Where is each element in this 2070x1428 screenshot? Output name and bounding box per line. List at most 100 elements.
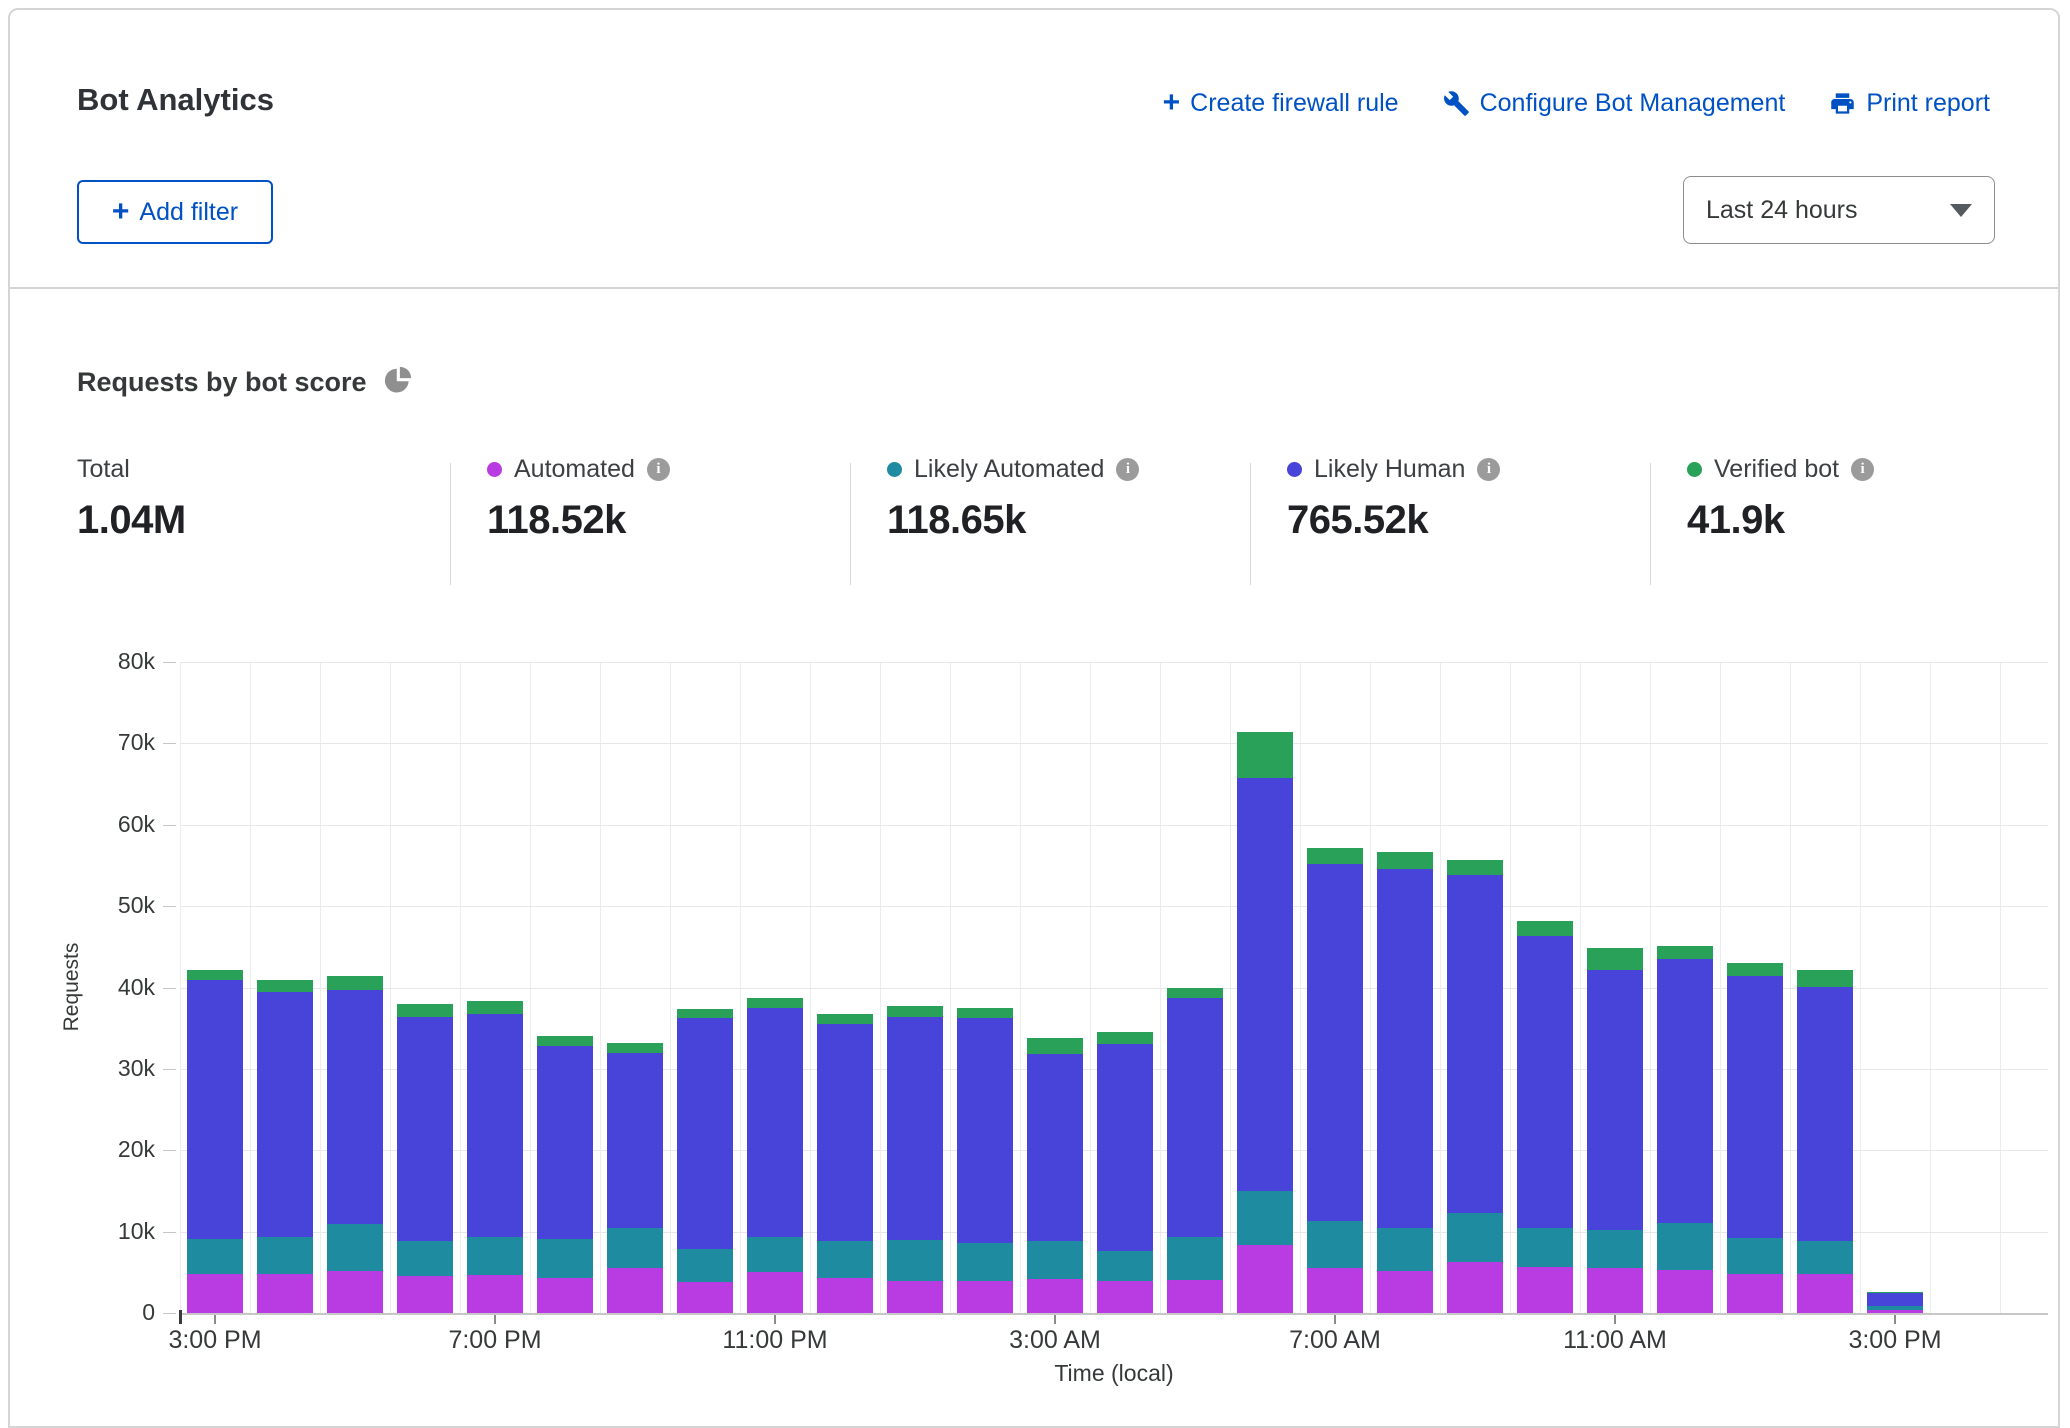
bar-segment-automated[interactable] [1027,1279,1083,1313]
bar-segment-likely-human[interactable] [537,1046,593,1239]
bar-segment-likely-automated[interactable] [887,1240,943,1282]
bar-segment-automated[interactable] [1167,1280,1223,1313]
bar-segment-verified-bot[interactable] [1097,1032,1153,1044]
bar-segment-verified-bot[interactable] [1447,860,1503,875]
bar-segment-verified-bot[interactable] [957,1008,1013,1019]
info-icon[interactable]: i [647,458,670,481]
bar-segment-automated[interactable] [1797,1274,1853,1313]
bar-segment-verified-bot[interactable] [397,1004,453,1017]
info-icon[interactable]: i [1477,458,1500,481]
bar-segment-likely-human[interactable] [1797,987,1853,1242]
bar-segment-automated[interactable] [1447,1262,1503,1313]
bar-segment-likely-automated[interactable] [1097,1251,1153,1281]
bar-segment-likely-human[interactable] [397,1017,453,1241]
bar-segment-verified-bot[interactable] [1727,963,1783,976]
bar-segment-verified-bot[interactable] [747,998,803,1008]
bar-segment-automated[interactable] [887,1281,943,1313]
bar-segment-likely-human[interactable] [1587,970,1643,1230]
bar-segment-automated[interactable] [677,1282,733,1313]
bar-segment-likely-human[interactable] [467,1014,523,1238]
bar-segment-verified-bot[interactable] [1657,946,1713,959]
add-filter-button[interactable]: + Add filter [77,180,273,244]
bar-segment-likely-automated[interactable] [817,1241,873,1278]
bar-segment-likely-human[interactable] [1867,1293,1923,1306]
bar-segment-automated[interactable] [187,1274,243,1313]
bar-segment-automated[interactable] [1377,1271,1433,1313]
bar-segment-likely-automated[interactable] [1587,1230,1643,1268]
bar-segment-verified-bot[interactable] [1167,988,1223,999]
bar-segment-likely-automated[interactable] [537,1239,593,1278]
bar-segment-likely-human[interactable] [1377,869,1433,1229]
bar-segment-verified-bot[interactable] [1797,970,1853,986]
bar-segment-verified-bot[interactable] [817,1014,873,1025]
bar-segment-likely-human[interactable] [1657,959,1713,1223]
time-range-dropdown[interactable]: Last 24 hours [1683,176,1995,244]
bar-segment-automated[interactable] [1657,1270,1713,1313]
bar-segment-likely-human[interactable] [1517,936,1573,1227]
bar-segment-likely-human[interactable] [957,1018,1013,1243]
bar-segment-likely-automated[interactable] [187,1239,243,1274]
bar-segment-likely-automated[interactable] [1727,1238,1783,1274]
bar-segment-verified-bot[interactable] [677,1009,733,1018]
bar-segment-likely-human[interactable] [1727,976,1783,1238]
bar-segment-likely-human[interactable] [1097,1044,1153,1251]
bar-segment-verified-bot[interactable] [1237,732,1293,778]
bar-segment-verified-bot[interactable] [1867,1292,1923,1293]
bar-segment-likely-automated[interactable] [1027,1241,1083,1279]
bar-segment-likely-automated[interactable] [677,1249,733,1282]
bar-segment-likely-automated[interactable] [1657,1223,1713,1269]
bar-segment-verified-bot[interactable] [1307,848,1363,863]
bar-segment-likely-automated[interactable] [957,1243,1013,1281]
create-firewall-rule-link[interactable]: + Create firewall rule [1163,88,1399,118]
bar-segment-verified-bot[interactable] [1377,852,1433,869]
bar-segment-likely-human[interactable] [817,1024,873,1241]
bar-segment-automated[interactable] [1307,1268,1363,1313]
bar-segment-likely-human[interactable] [1167,998,1223,1237]
bar-segment-likely-human[interactable] [1307,864,1363,1221]
bar-segment-likely-automated[interactable] [607,1228,663,1268]
bar-segment-likely-human[interactable] [887,1017,943,1240]
info-icon[interactable]: i [1116,458,1139,481]
bar-segment-likely-human[interactable] [1237,778,1293,1191]
bar-segment-likely-human[interactable] [187,980,243,1239]
bar-segment-likely-automated[interactable] [1377,1228,1433,1271]
bar-segment-automated[interactable] [1587,1268,1643,1313]
bar-segment-verified-bot[interactable] [467,1001,523,1013]
bar-segment-likely-human[interactable] [607,1053,663,1229]
bar-segment-verified-bot[interactable] [1587,948,1643,971]
bar-segment-verified-bot[interactable] [1517,921,1573,936]
bar-segment-automated[interactable] [747,1272,803,1313]
bar-segment-likely-automated[interactable] [1237,1191,1293,1246]
bar-segment-likely-human[interactable] [1447,875,1503,1213]
bar-segment-automated[interactable] [257,1274,313,1313]
bar-segment-automated[interactable] [1517,1267,1573,1313]
bar-segment-automated[interactable] [397,1276,453,1313]
bar-segment-automated[interactable] [957,1281,1013,1313]
bar-segment-automated[interactable] [817,1278,873,1313]
bar-segment-likely-automated[interactable] [1447,1213,1503,1262]
bar-segment-verified-bot[interactable] [607,1043,663,1053]
bar-segment-likely-human[interactable] [747,1008,803,1237]
bar-segment-verified-bot[interactable] [327,976,383,990]
print-report-link[interactable]: Print report [1829,89,1990,118]
bar-segment-likely-human[interactable] [327,990,383,1224]
bar-segment-likely-automated[interactable] [397,1241,453,1277]
bar-segment-likely-automated[interactable] [1167,1237,1223,1279]
bar-segment-automated[interactable] [327,1271,383,1313]
bar-segment-likely-automated[interactable] [1867,1306,1923,1310]
bar-segment-automated[interactable] [467,1275,523,1313]
bar-segment-verified-bot[interactable] [537,1036,593,1047]
bar-segment-automated[interactable] [1727,1274,1783,1313]
bar-segment-likely-automated[interactable] [467,1237,523,1274]
bar-segment-likely-human[interactable] [677,1018,733,1248]
bar-segment-likely-automated[interactable] [1307,1221,1363,1268]
bar-segment-verified-bot[interactable] [1027,1038,1083,1054]
bar-segment-verified-bot[interactable] [257,980,313,992]
info-icon[interactable]: i [1851,458,1874,481]
bar-segment-likely-automated[interactable] [327,1224,383,1271]
bar-segment-automated[interactable] [607,1268,663,1313]
bar-segment-likely-human[interactable] [257,992,313,1237]
bar-segment-automated[interactable] [537,1278,593,1313]
bar-segment-likely-automated[interactable] [1797,1241,1853,1274]
bar-segment-verified-bot[interactable] [187,970,243,981]
